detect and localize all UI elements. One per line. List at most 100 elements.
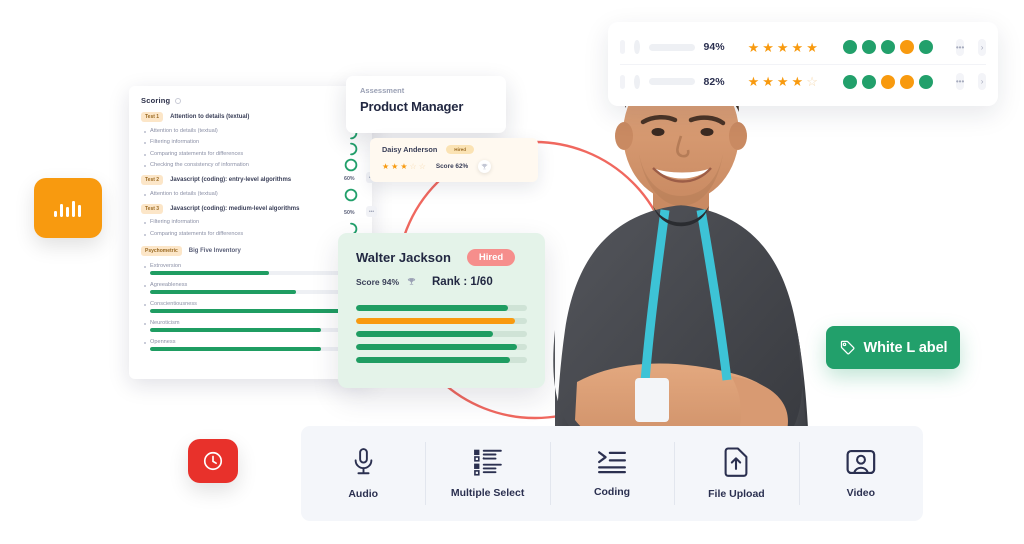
- status-dot: [842, 40, 857, 54]
- status-dot: [880, 74, 895, 89]
- progress-ring-partial-icon: [350, 142, 358, 156]
- score-bar-track: [356, 305, 527, 311]
- toolbar-item-coding[interactable]: Coding: [549, 426, 674, 521]
- candidate-name: Walter Jackson: [356, 250, 451, 265]
- toolbar-item-label: File Upload: [708, 488, 765, 500]
- list-item: Attention to details (textual): [144, 128, 360, 134]
- score-percent: 82%: [703, 75, 725, 88]
- checklist-icon: [473, 449, 502, 476]
- psychometric-badge: Psychometric: [141, 245, 182, 256]
- toolbar-item-label: Audio: [348, 488, 379, 500]
- ring-menu-chip[interactable]: •••: [366, 206, 377, 217]
- psychometric-row: Psychometric Big Five Inventory: [141, 245, 360, 256]
- scoring-header: Scoring: [141, 96, 360, 105]
- trait-item: Extroversion: [141, 263, 360, 275]
- status-dots: [842, 40, 933, 54]
- list-item: Filtering information: [144, 139, 360, 145]
- score-bar-track: [356, 344, 527, 350]
- trophy-icon: [478, 160, 492, 173]
- star-empty-icon[interactable]: ☆: [419, 162, 426, 171]
- checkbox-unchecked-icon[interactable]: [620, 40, 626, 54]
- trait-label: Neuroticism: [144, 320, 360, 326]
- info-icon[interactable]: [175, 97, 182, 104]
- status-dot: [880, 40, 895, 54]
- test-badge: Test 1: [141, 112, 164, 122]
- analytics-tile[interactable]: [34, 178, 102, 238]
- candidate-header: Daisy Anderson Hired: [382, 145, 526, 154]
- chevron-right-icon[interactable]: ›: [978, 73, 986, 90]
- trophy-icon: [407, 273, 416, 291]
- status-dot: [918, 74, 933, 89]
- status-badge: Hired: [466, 249, 516, 266]
- star-filled-icon[interactable]: ★: [748, 41, 760, 54]
- ring-percent: 60%: [344, 176, 355, 182]
- star-filled-icon[interactable]: ★: [777, 75, 789, 88]
- trait-item: Conscientiousness: [141, 301, 360, 313]
- star-filled-icon[interactable]: ★: [792, 75, 804, 88]
- star-filled-icon[interactable]: ★: [748, 75, 760, 88]
- toolbar-item-video[interactable]: Video: [798, 426, 923, 521]
- trait-label: Extroversion: [144, 263, 360, 269]
- timer-tile[interactable]: [188, 439, 238, 483]
- trait-fill: [150, 270, 269, 275]
- test-badge: Test 2: [141, 175, 164, 185]
- toolbar-item-label: Video: [846, 487, 876, 499]
- page-title: Scoring: [141, 96, 171, 105]
- trait-item: Agreeableness: [141, 282, 360, 294]
- assessment-label: Assessment: [360, 86, 405, 95]
- trait-item: Neuroticism: [141, 320, 360, 332]
- white-label-badge[interactable]: White L abel: [826, 326, 960, 369]
- hero-illustration: Scoring Test 1 Attention to details (tex…: [0, 0, 1024, 544]
- avatar: [634, 74, 640, 89]
- star-empty-icon[interactable]: ☆: [806, 75, 818, 88]
- candidate-score: Score 62%: [435, 163, 469, 170]
- assessment-card: Assessment Product Manager: [346, 76, 506, 133]
- score-bar-fill: [356, 318, 516, 324]
- score-bar-track: [356, 357, 527, 363]
- candidate-card-walter[interactable]: Walter Jackson Hired Score 94% Rank : 1/…: [338, 233, 545, 388]
- test-badge: Test 3: [141, 203, 164, 214]
- candidate-score-row: Score 94% Rank : 1/60: [356, 273, 527, 291]
- candidate-card-daisy[interactable]: Daisy Anderson Hired ★ ★ ★ ☆ ☆ Score 62%: [370, 138, 538, 182]
- toolbar-item-file-upload[interactable]: File Upload: [674, 426, 798, 521]
- microphone-icon: [354, 448, 373, 475]
- status-dot: [861, 40, 876, 54]
- test-name: Javascript (coding): medium-level algori…: [170, 205, 300, 212]
- list-item: Checking the consistency of information: [144, 162, 360, 168]
- toolbar-item-audio[interactable]: Audio: [301, 426, 425, 521]
- star-filled-icon[interactable]: ★: [400, 162, 407, 171]
- candidate-score-bars: [356, 305, 527, 363]
- star-filled-icon[interactable]: ★: [762, 41, 774, 54]
- clock-icon: [203, 451, 223, 471]
- star-filled-icon[interactable]: ★: [777, 41, 789, 54]
- star-filled-icon[interactable]: ★: [391, 162, 398, 171]
- tag-icon: [840, 340, 855, 355]
- list-item: Filtering information: [144, 219, 360, 225]
- candidate-score: Score 94%: [356, 277, 399, 287]
- psychometric-name: Big Five Inventory: [188, 247, 241, 254]
- question-types-toolbar: Audio Multiple Select Coding File Upload…: [301, 426, 923, 521]
- ellipsis-icon[interactable]: •••: [955, 38, 965, 56]
- code-icon: [598, 451, 626, 474]
- trait-fill: [150, 346, 321, 351]
- list-item: Comparing statements for differences: [144, 231, 360, 237]
- ellipsis-icon[interactable]: •••: [955, 73, 965, 90]
- chevron-right-icon[interactable]: ›: [978, 38, 986, 56]
- checkbox-unchecked-icon[interactable]: [620, 74, 626, 89]
- star-empty-icon[interactable]: ☆: [410, 162, 417, 171]
- star-filled-icon[interactable]: ★: [382, 162, 389, 171]
- assessment-title: Product Manager: [360, 99, 464, 114]
- star-filled-icon[interactable]: ★: [762, 75, 774, 88]
- star-filled-icon[interactable]: ★: [806, 41, 818, 54]
- table-row[interactable]: 82% ★ ★ ★ ★ ☆ ••• ›: [620, 64, 986, 98]
- test-name: Attention to details (textual): [170, 114, 250, 120]
- name-placeholder-bar: [648, 43, 695, 51]
- star-filled-icon[interactable]: ★: [792, 41, 804, 54]
- status-dot: [842, 74, 857, 89]
- table-row[interactable]: 94% ★ ★ ★ ★ ★ ••• ›: [620, 30, 986, 64]
- trait-item: Openness: [141, 339, 360, 351]
- status-dot: [861, 74, 876, 89]
- score-bar-track: [356, 331, 527, 337]
- toolbar-item-multiple-select[interactable]: Multiple Select: [425, 426, 549, 521]
- candidate-rank: Rank : 1/60: [432, 276, 493, 288]
